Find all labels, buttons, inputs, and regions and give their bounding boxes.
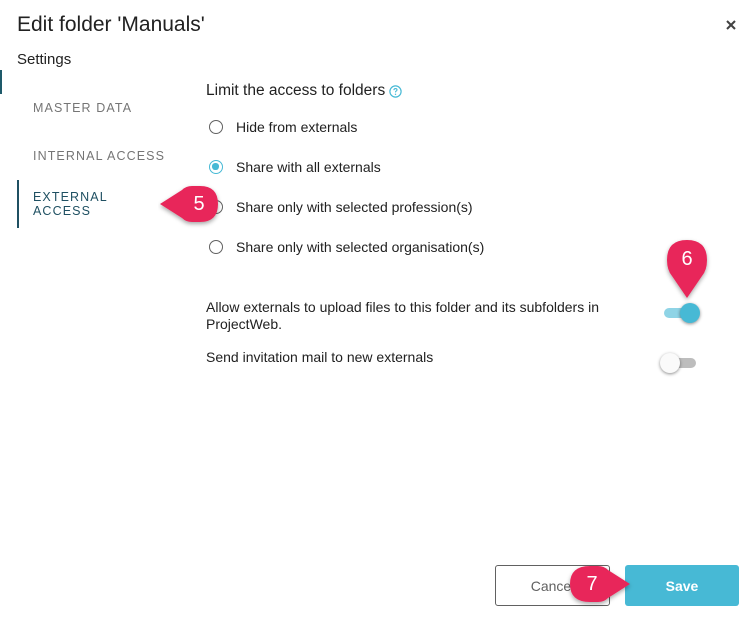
- nav-item-external-access[interactable]: EXTERNAL ACCESS: [17, 180, 167, 228]
- radio-share-selected-professions[interactable]: Share only with selected profession(s): [209, 197, 473, 217]
- radio-label: Hide from externals: [236, 119, 358, 135]
- toggle-thumb: [680, 303, 700, 323]
- nav-item-internal-access[interactable]: INTERNAL ACCESS: [17, 132, 167, 180]
- section-heading: Limit the access to folders: [206, 82, 402, 100]
- radio-label: Share with all externals: [236, 159, 381, 175]
- upload-toggle[interactable]: [664, 303, 700, 323]
- radio-button[interactable]: [209, 160, 223, 174]
- radio-label: Share only with selected organisation(s): [236, 239, 485, 255]
- upload-setting-label: Allow externals to upload files to this …: [206, 299, 599, 332]
- invitation-toggle[interactable]: [660, 353, 696, 373]
- step-callout-6: 6: [662, 236, 712, 304]
- nav-item-master-data[interactable]: MASTER DATA: [17, 84, 167, 132]
- radio-share-selected-organisations[interactable]: Share only with selected organisation(s): [209, 237, 484, 257]
- help-icon[interactable]: [389, 84, 402, 98]
- radio-button[interactable]: [209, 120, 223, 134]
- radio-button[interactable]: [209, 240, 223, 254]
- radio-label: Share only with selected profession(s): [236, 199, 473, 215]
- save-button[interactable]: Save: [625, 565, 739, 606]
- invitation-setting-label: Send invitation mail to new externals: [206, 349, 434, 365]
- step-callout-5: 5: [158, 182, 224, 230]
- step-callout-7: 7: [564, 562, 634, 610]
- toggle-thumb: [660, 353, 680, 373]
- dialog-title: Edit folder 'Manuals': [17, 13, 205, 36]
- edit-folder-dialog: Edit folder 'Manuals' Settings MASTER DA…: [0, 0, 753, 622]
- callout-number: 7: [586, 573, 598, 595]
- radio-share-with-all-externals[interactable]: Share with all externals: [209, 157, 381, 177]
- radio-hide-from-externals[interactable]: Hide from externals: [209, 117, 357, 137]
- close-icon[interactable]: [722, 16, 740, 34]
- left-accent-strip: [0, 70, 2, 94]
- callout-number: 5: [193, 193, 205, 215]
- dialog-subtitle: Settings: [17, 51, 72, 68]
- callout-number: 6: [681, 248, 693, 270]
- section-heading-text: Limit the access to folders: [206, 82, 386, 99]
